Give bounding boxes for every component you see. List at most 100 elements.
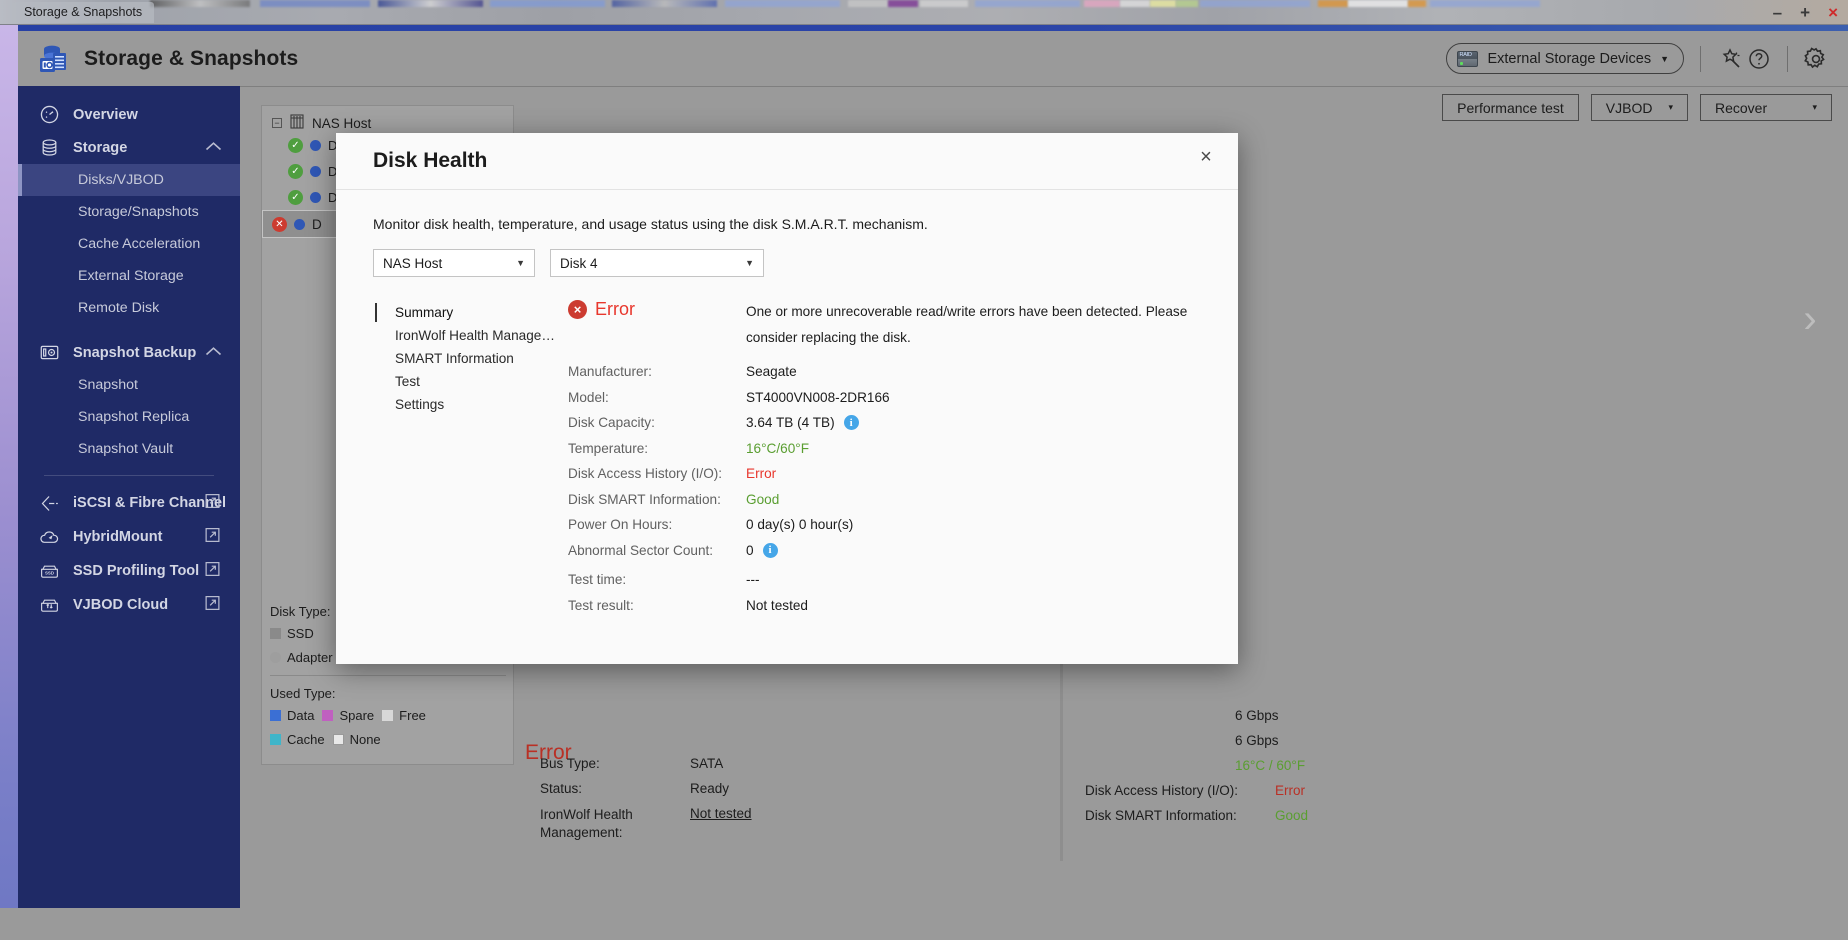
sidebar-item-snapshot-backup[interactable]: Snapshot Backup xyxy=(18,336,240,369)
disk-health-dialog: Disk Health × Monitor disk health, tempe… xyxy=(336,133,1238,664)
close-icon[interactable]: × xyxy=(1828,4,1838,21)
usage-dot-icon xyxy=(310,166,321,177)
dialog-columns: Summary IronWolf Health Manage… SMART In… xyxy=(373,299,1201,618)
gauge-icon xyxy=(38,104,60,126)
sidebar-label-snapshot-backup: Snapshot Backup xyxy=(73,345,196,361)
label-disk-access-history: Disk Access History (I/O): xyxy=(568,466,746,481)
value-disk-smart-information: Good xyxy=(746,492,779,507)
toolbar-top-divider xyxy=(240,86,1848,87)
dialog-nav-summary[interactable]: Summary xyxy=(373,301,568,324)
chevron-up-icon-storage xyxy=(205,140,222,156)
window-tab-label[interactable]: Storage & Snapshots xyxy=(12,2,154,23)
tree-host-icon xyxy=(290,114,304,132)
gear-icon[interactable] xyxy=(1802,45,1830,73)
sidebar-label-snapshot-vault: Snapshot Vault xyxy=(78,441,173,457)
sidebar-item-storage-snapshots[interactable]: Storage/Snapshots xyxy=(18,196,240,228)
legend-label-free: Free xyxy=(399,708,426,723)
sidebar-item-snapshot[interactable]: Snapshot xyxy=(18,369,240,401)
sidebar-item-remote-disk[interactable]: Remote Disk xyxy=(18,292,240,324)
tree-row-label: D xyxy=(312,217,322,232)
legend-label-cache: Cache xyxy=(287,732,325,747)
usage-dot-icon xyxy=(310,192,321,203)
host-select[interactable]: NAS Host ▼ xyxy=(373,249,535,277)
sidebar-item-snapshot-vault[interactable]: Snapshot Vault xyxy=(18,433,240,465)
titlebar-background-noise xyxy=(0,0,1848,24)
dialog-nav-ironwolf[interactable]: IronWolf Health Manage… xyxy=(373,324,568,347)
chevron-down-icon: ▼ xyxy=(1660,54,1669,64)
dialog-nav-label-settings: Settings xyxy=(395,397,444,412)
value-disk-capacity: 3.64 TB (4 TB) i xyxy=(746,415,859,430)
legend-item-free: Free xyxy=(382,708,426,723)
cloud-icon xyxy=(38,526,60,548)
sidebar-item-disks-vjbod[interactable]: Disks/VJBOD xyxy=(18,164,240,196)
external-link-icon-iscsi xyxy=(205,494,220,513)
row-abnormal-sector-count: Abnormal Sector Count: 0 i xyxy=(568,538,1201,564)
maximize-icon[interactable]: + xyxy=(1800,4,1810,21)
detail-row-status: Status: Ready xyxy=(540,781,1020,796)
help-icon[interactable] xyxy=(1745,45,1773,73)
sidebar-item-snapshot-replica[interactable]: Snapshot Replica xyxy=(18,401,240,433)
detail-value-bus-type: SATA xyxy=(690,756,723,771)
disk-select[interactable]: Disk 4 ▼ xyxy=(550,249,764,277)
tree-collapse-toggle[interactable]: − xyxy=(272,118,282,128)
sidebar-item-ssd-profiling-tool[interactable]: SSD SSD Profiling Tool xyxy=(18,554,240,588)
legend-swatch-spare xyxy=(322,710,333,721)
app-header: Storage & Snapshots External Storage Dev… xyxy=(18,31,1848,86)
sidebar-item-hybridmount[interactable]: HybridMount xyxy=(18,520,240,554)
recover-button[interactable]: Recover ▾ xyxy=(1700,94,1832,121)
window-controls: – + × xyxy=(1773,0,1838,25)
legend-label-ssd: SSD xyxy=(287,626,314,641)
svg-text:SSD: SSD xyxy=(45,570,54,575)
performance-test-button[interactable]: Performance test xyxy=(1442,94,1579,121)
dialog-nav: Summary IronWolf Health Manage… SMART In… xyxy=(373,299,568,618)
external-storage-devices-button[interactable]: External Storage Devices ▼ xyxy=(1446,43,1684,74)
os-title-bar: Storage & Snapshots – + × xyxy=(0,0,1848,25)
dialog-nav-settings[interactable]: Settings xyxy=(373,393,568,416)
vjbod-button[interactable]: VJBOD ▾ xyxy=(1591,94,1688,121)
detail-right-value-3: 16°C / 60°F xyxy=(1235,758,1305,773)
left-edge-decoration xyxy=(0,25,18,908)
legend-swatch-none xyxy=(333,734,344,745)
detail-value-ironwolf-link[interactable]: Not tested xyxy=(690,806,752,842)
next-page-arrow-icon[interactable]: › xyxy=(1792,294,1828,344)
iscsi-icon xyxy=(38,492,60,514)
sidebar-item-overview[interactable]: Overview xyxy=(18,98,240,131)
dialog-status-block: × Error One or more unrecoverable read/w… xyxy=(568,299,1201,351)
value-manufacturer: Seagate xyxy=(746,364,797,379)
value-abnormal-sector-count: 0 i xyxy=(746,543,778,558)
status-badge-label: Error xyxy=(595,299,635,320)
dialog-header: Disk Health × xyxy=(336,133,1238,190)
row-temperature: Temperature: 16°C/60°F xyxy=(568,436,1201,462)
sidebar-label-snapshot-replica: Snapshot Replica xyxy=(78,409,189,425)
sidebar-item-storage[interactable]: Storage xyxy=(18,131,240,164)
tree-header[interactable]: − NAS Host xyxy=(262,106,513,132)
sidebar-item-iscsi-fibre-channel[interactable]: iSCSI & Fibre Channel xyxy=(18,486,240,520)
dialog-body: Monitor disk health, temperature, and us… xyxy=(336,190,1238,618)
sidebar-item-external-storage[interactable]: External Storage xyxy=(18,260,240,292)
detail-right-row-2: 6 Gbps xyxy=(1085,733,1605,748)
status-error-icon: ✕ xyxy=(272,217,287,232)
value-disk-access-history: Error xyxy=(746,466,776,481)
external-link-icon-vjbod xyxy=(205,596,220,615)
tree-host-label: NAS Host xyxy=(312,116,371,131)
vjbod-label: VJBOD xyxy=(1606,100,1653,116)
close-icon[interactable]: × xyxy=(1192,143,1220,171)
usage-dot-icon xyxy=(294,219,305,230)
legend-swatch-adapter xyxy=(270,652,281,663)
row-power-on-hours: Power On Hours: 0 day(s) 0 hour(s) xyxy=(568,512,1201,538)
value-abnormal-sector-count-text: 0 xyxy=(746,543,754,558)
info-icon-abnormal-sector[interactable]: i xyxy=(763,543,778,558)
info-icon-capacity[interactable]: i xyxy=(844,415,859,430)
detail-row-ironwolf: IronWolf Health Management: Not tested xyxy=(540,806,1020,842)
legend-divider xyxy=(270,675,506,676)
detail-row-bus-type: Bus Type: SATA xyxy=(540,756,1020,771)
magic-wand-icon[interactable] xyxy=(1717,45,1745,73)
dialog-nav-smart-information[interactable]: SMART Information xyxy=(373,347,568,370)
sidebar-item-cache-acceleration[interactable]: Cache Acceleration xyxy=(18,228,240,260)
dialog-nav-test[interactable]: Test xyxy=(373,370,568,393)
sidebar-item-vjbod-cloud[interactable]: VJBOD Cloud xyxy=(18,588,240,622)
minimize-icon[interactable]: – xyxy=(1773,4,1782,21)
main-toolbar: Performance test VJBOD ▾ Recover ▾ xyxy=(1442,94,1832,121)
vjbod-cloud-icon xyxy=(38,594,60,616)
detail-right-value-2: 6 Gbps xyxy=(1235,733,1279,748)
